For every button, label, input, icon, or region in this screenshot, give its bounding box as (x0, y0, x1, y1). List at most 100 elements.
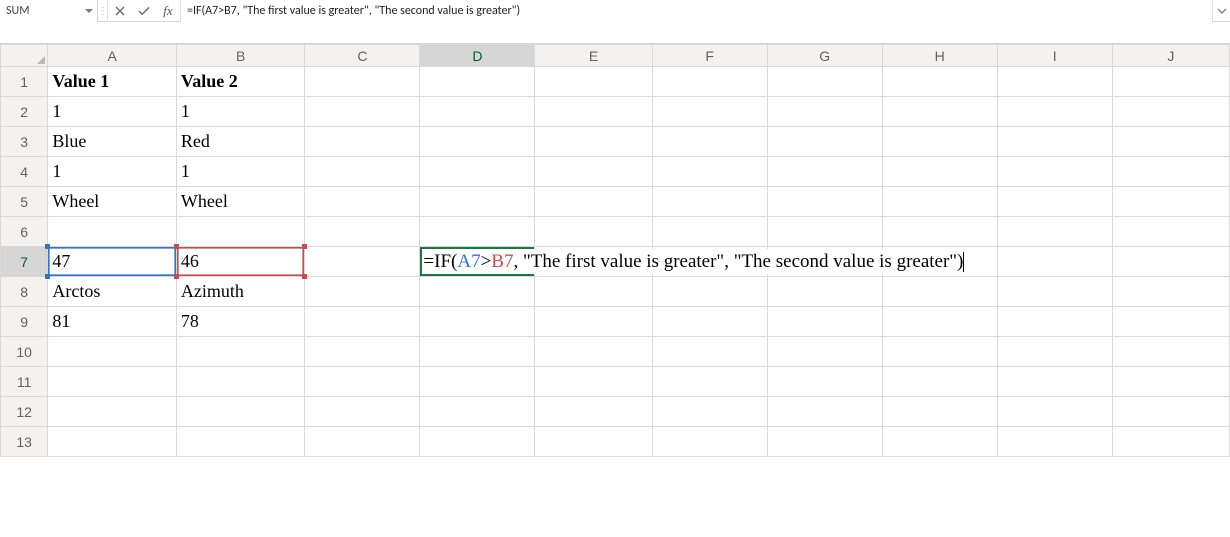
cell-G8[interactable] (767, 277, 882, 307)
cell-F8[interactable] (652, 277, 767, 307)
cell-B2[interactable]: 1 (176, 97, 305, 127)
cell-E3[interactable] (535, 127, 652, 157)
cell-A5[interactable]: Wheel (48, 187, 177, 217)
cell-E11[interactable] (535, 367, 652, 397)
cell-J7[interactable] (1112, 247, 1229, 277)
cell-J2[interactable] (1112, 97, 1229, 127)
cell-F10[interactable] (652, 337, 767, 367)
cell-J13[interactable] (1112, 427, 1229, 457)
cell-E1[interactable] (535, 67, 652, 97)
row-header-8[interactable]: 8 (1, 277, 48, 307)
cell-J1[interactable] (1112, 67, 1229, 97)
cell-J12[interactable] (1112, 397, 1229, 427)
cell-I13[interactable] (997, 427, 1112, 457)
cell-I4[interactable] (997, 157, 1112, 187)
select-all-corner[interactable] (1, 45, 48, 67)
cell-G2[interactable] (767, 97, 882, 127)
cell-G11[interactable] (767, 367, 882, 397)
cell-E6[interactable] (535, 217, 652, 247)
cell-H13[interactable] (882, 427, 997, 457)
cell-D7[interactable]: =IF(A7>B7, "The first value is greater",… (420, 247, 535, 277)
cell-B12[interactable] (176, 397, 305, 427)
formula-input[interactable]: =IF(A7>B7, "The first value is greater",… (180, 0, 1212, 22)
column-header-G[interactable]: G (767, 45, 882, 67)
cell-G5[interactable] (767, 187, 882, 217)
cell-G3[interactable] (767, 127, 882, 157)
row-header-12[interactable]: 12 (1, 397, 48, 427)
cell-G9[interactable] (767, 307, 882, 337)
cell-H2[interactable] (882, 97, 997, 127)
cell-A10[interactable] (48, 337, 177, 367)
row-header-6[interactable]: 6 (1, 217, 48, 247)
cell-H9[interactable] (882, 307, 997, 337)
cell-C1[interactable] (305, 67, 420, 97)
cell-I2[interactable] (997, 97, 1112, 127)
cell-A8[interactable]: Arctos (48, 277, 177, 307)
cell-D10[interactable] (420, 337, 535, 367)
cell-D11[interactable] (420, 367, 535, 397)
cell-J10[interactable] (1112, 337, 1229, 367)
cell-H8[interactable] (882, 277, 997, 307)
cell-J5[interactable] (1112, 187, 1229, 217)
cell-C12[interactable] (305, 397, 420, 427)
cell-A1[interactable]: Value 1 (48, 67, 177, 97)
cell-H10[interactable] (882, 337, 997, 367)
cell-I5[interactable] (997, 187, 1112, 217)
expand-formula-bar-button[interactable] (1212, 0, 1230, 22)
cell-A3[interactable]: Blue (48, 127, 177, 157)
cell-H5[interactable] (882, 187, 997, 217)
cell-H12[interactable] (882, 397, 997, 427)
row-header-7[interactable]: 7 (1, 247, 48, 277)
cell-I3[interactable] (997, 127, 1112, 157)
cell-J8[interactable] (1112, 277, 1229, 307)
cell-E10[interactable] (535, 337, 652, 367)
cell-J4[interactable] (1112, 157, 1229, 187)
row-header-5[interactable]: 5 (1, 187, 48, 217)
cell-J9[interactable] (1112, 307, 1229, 337)
cell-C4[interactable] (305, 157, 420, 187)
column-header-H[interactable]: H (882, 45, 997, 67)
cell-D13[interactable] (420, 427, 535, 457)
cell-A7[interactable]: 47 (48, 247, 177, 277)
cell-E8[interactable] (535, 277, 652, 307)
cell-D5[interactable] (420, 187, 535, 217)
cell-I7[interactable] (997, 247, 1112, 277)
cell-J6[interactable] (1112, 217, 1229, 247)
cell-F7[interactable] (652, 247, 767, 277)
column-header-C[interactable]: C (305, 45, 420, 67)
row-header-9[interactable]: 9 (1, 307, 48, 337)
column-header-A[interactable]: A (48, 45, 177, 67)
cell-D3[interactable] (420, 127, 535, 157)
column-header-I[interactable]: I (997, 45, 1112, 67)
row-header-11[interactable]: 11 (1, 367, 48, 397)
cell-I9[interactable] (997, 307, 1112, 337)
cell-I12[interactable] (997, 397, 1112, 427)
cell-I11[interactable] (997, 367, 1112, 397)
cell-B5[interactable]: Wheel (176, 187, 305, 217)
cell-C7[interactable] (305, 247, 420, 277)
row-header-1[interactable]: 1 (1, 67, 48, 97)
cell-F12[interactable] (652, 397, 767, 427)
column-header-E[interactable]: E (535, 45, 652, 67)
chevron-down-icon[interactable] (85, 9, 93, 13)
cell-H11[interactable] (882, 367, 997, 397)
row-header-4[interactable]: 4 (1, 157, 48, 187)
accept-formula-button[interactable] (132, 0, 156, 22)
cell-F6[interactable] (652, 217, 767, 247)
cell-G7[interactable] (767, 247, 882, 277)
cell-F4[interactable] (652, 157, 767, 187)
cell-F11[interactable] (652, 367, 767, 397)
cell-A6[interactable] (48, 217, 177, 247)
cell-B11[interactable] (176, 367, 305, 397)
cell-F13[interactable] (652, 427, 767, 457)
cell-C13[interactable] (305, 427, 420, 457)
cell-C2[interactable] (305, 97, 420, 127)
cell-I10[interactable] (997, 337, 1112, 367)
cell-C6[interactable] (305, 217, 420, 247)
cell-E2[interactable] (535, 97, 652, 127)
cell-I1[interactable] (997, 67, 1112, 97)
cell-D2[interactable] (420, 97, 535, 127)
cell-E5[interactable] (535, 187, 652, 217)
cell-B8[interactable]: Azimuth (176, 277, 305, 307)
cell-G12[interactable] (767, 397, 882, 427)
